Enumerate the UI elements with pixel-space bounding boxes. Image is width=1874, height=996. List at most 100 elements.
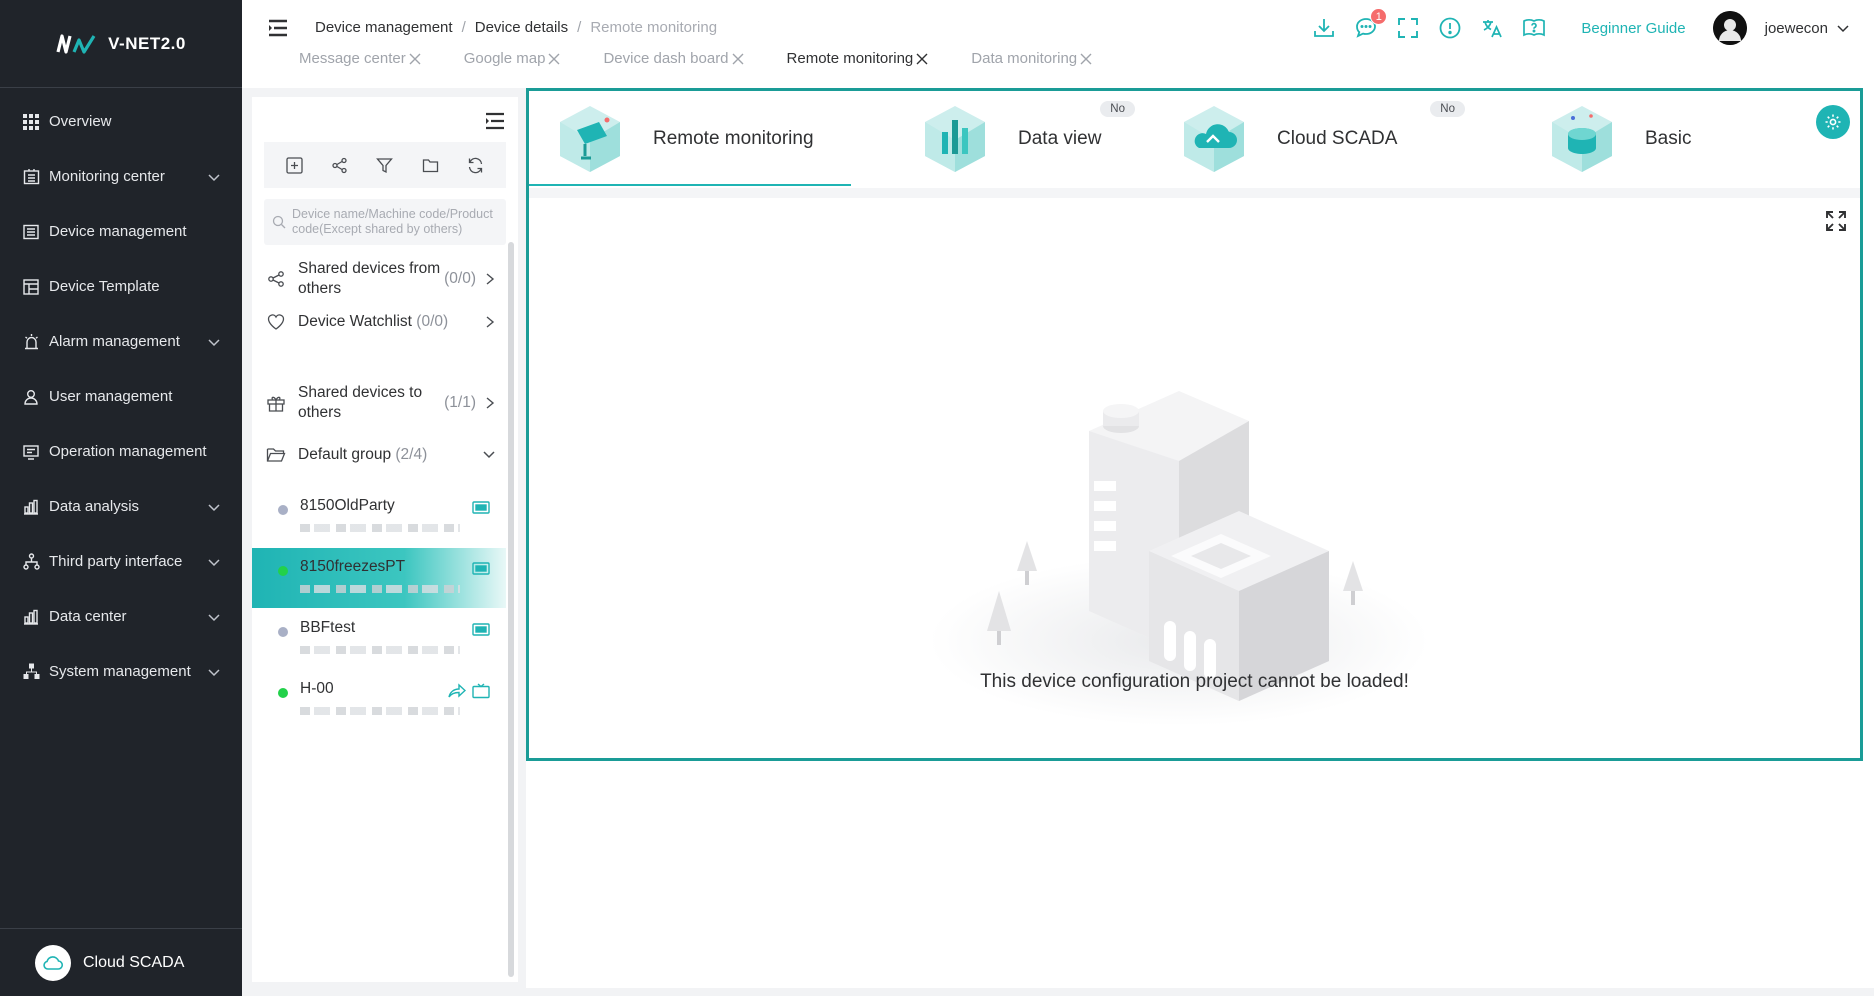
tab-google-map[interactable]: Google map (464, 50, 562, 67)
group-count: (0/0) (444, 270, 476, 287)
sidebar-item-user-management[interactable]: User management (0, 369, 242, 424)
device-name: 8150freezesPT (300, 558, 406, 575)
sidebar-item-operation-management[interactable]: Operation management (0, 424, 242, 479)
page-tabs: Message center Google map Device dash bo… (299, 50, 1135, 67)
panel-menu-icon[interactable] (484, 111, 506, 131)
tab-device-dash-board[interactable]: Device dash board (603, 50, 744, 67)
device-row[interactable]: H-00 (252, 670, 506, 730)
close-icon[interactable] (915, 52, 929, 66)
sidebar-item-monitoring-center[interactable]: Monitoring center (0, 149, 242, 204)
share-arrow-icon[interactable] (448, 683, 466, 699)
header-actions: 1 Beginner Guide joewecon (1295, 8, 1874, 46)
tab-data-view[interactable]: Data view No (851, 91, 1171, 186)
device-row[interactable]: 8150OldParty (252, 487, 506, 547)
gift-icon (267, 396, 285, 412)
username[interactable]: joewecon (1765, 20, 1828, 37)
sidebar-item-system-management[interactable]: System management (0, 644, 242, 699)
device-code-redacted (300, 646, 460, 654)
share-icon[interactable] (330, 155, 350, 175)
filter-icon[interactable] (375, 155, 395, 175)
add-device-icon[interactable] (285, 155, 305, 175)
folder-icon[interactable] (420, 155, 440, 175)
status-dot (278, 505, 288, 515)
group-default[interactable]: Default group (2/4) (266, 445, 496, 465)
user-avatar[interactable] (1712, 11, 1747, 45)
sidebar-item-alarm-management[interactable]: Alarm management (0, 314, 242, 369)
refresh-icon[interactable] (465, 155, 485, 175)
device-name: 8150OldParty (300, 497, 395, 514)
tab-message-center[interactable]: Message center (299, 50, 422, 67)
group-shared-from-others[interactable]: Shared devices from others (0/0) (266, 259, 496, 299)
tab-label: Cloud SCADA (1277, 127, 1398, 149)
tab-data-monitoring[interactable]: Data monitoring (971, 50, 1093, 67)
collapse-menu-icon[interactable] (266, 16, 290, 40)
close-icon[interactable] (731, 52, 745, 66)
device-search-field[interactable]: Device name/Machine code/Product code(Ex… (264, 199, 506, 245)
device-row[interactable]: BBFtest (252, 609, 506, 669)
sidebar-item-device-management[interactable]: Device management (0, 204, 242, 259)
group-device-watchlist[interactable]: Device Watchlist (0/0) (266, 312, 496, 332)
sidebar: V-NET2.0 Overview Monitoring center Devi… (0, 0, 242, 996)
breadcrumb-item[interactable]: Device management (315, 19, 453, 36)
bar-chart-icon (22, 498, 40, 516)
tab-remote-monitoring[interactable]: Remote monitoring (787, 50, 930, 67)
translate-icon[interactable] (1479, 15, 1505, 41)
group-count: (1/1) (444, 394, 476, 411)
tab-basic[interactable]: Basic (1513, 91, 1813, 186)
sidebar-item-label: Alarm management (49, 333, 180, 350)
download-icon[interactable] (1311, 15, 1337, 41)
remote-monitoring-frame: Remote monitoring Data view No Cloud SCA… (526, 88, 1863, 761)
sidebar-item-label: Operation management (49, 443, 207, 460)
tab-cloud-scada[interactable]: Cloud SCADA No (1171, 91, 1513, 186)
tab-remote-monitoring[interactable]: Remote monitoring (529, 91, 851, 186)
user-icon (22, 388, 40, 406)
fullscreen-icon[interactable] (1395, 15, 1421, 41)
settings-gear-button[interactable] (1816, 105, 1850, 139)
logo-icon (56, 33, 96, 54)
group-count: (2/4) (395, 446, 428, 463)
sidebar-item-label: Device Template (49, 278, 160, 295)
message-icon[interactable]: 1 (1353, 8, 1388, 41)
data-view-icon (925, 105, 985, 172)
chevron-down-icon (208, 558, 220, 566)
group-shared-to-others[interactable]: Shared devices to others (1/1) (266, 383, 496, 423)
sidebar-item-device-template[interactable]: Device Template (0, 259, 242, 314)
breadcrumb-current: Remote monitoring (590, 19, 718, 36)
device-screen-icon (472, 562, 490, 575)
chevron-down-icon[interactable] (1836, 21, 1850, 35)
expand-fullscreen-icon[interactable] (1824, 209, 1848, 233)
close-icon[interactable] (408, 52, 422, 66)
status-dot (278, 627, 288, 637)
app-logo[interactable]: V-NET2.0 (0, 0, 242, 88)
info-icon[interactable] (1437, 15, 1463, 41)
device-row-selected[interactable]: 8150freezesPT (252, 548, 506, 608)
status-dot (278, 688, 288, 698)
device-screen-icon (472, 623, 490, 636)
sidebar-item-label: System management (49, 663, 191, 680)
chevron-right-icon (486, 316, 495, 328)
message-badge: 1 (1370, 8, 1388, 25)
sidebar-item-third-party-interface[interactable]: Third party interface (0, 534, 242, 589)
sidebar-item-data-analysis[interactable]: Data analysis (0, 479, 242, 534)
device-search-placeholder: Device name/Machine code/Product code(Ex… (292, 207, 493, 236)
chevron-down-icon (208, 503, 220, 511)
sidebar-item-overview[interactable]: Overview (0, 94, 242, 149)
chevron-right-icon (486, 397, 495, 409)
sidebar-item-label: Data center (49, 608, 127, 625)
breadcrumb-item[interactable]: Device details (475, 19, 568, 36)
basic-info-icon (1552, 105, 1612, 172)
sidebar-item-data-center[interactable]: Data center (0, 589, 242, 644)
help-book-icon[interactable] (1521, 15, 1547, 41)
beginner-guide-link[interactable]: Beginner Guide (1581, 20, 1685, 37)
panel-scrollbar[interactable] (508, 242, 514, 977)
sidebar-item-label: Data analysis (49, 498, 140, 515)
breadcrumb-separator: / (577, 19, 582, 36)
close-icon[interactable] (1079, 52, 1093, 66)
close-icon[interactable] (547, 52, 561, 66)
tab-label: Remote monitoring (653, 127, 814, 149)
monitor-building-icon (22, 168, 40, 186)
tab-tag: No (1430, 101, 1465, 117)
gear-icon (1825, 114, 1841, 130)
sidebar-footer-cloud-scada[interactable]: Cloud SCADA (0, 928, 242, 996)
device-code-redacted (300, 524, 460, 532)
